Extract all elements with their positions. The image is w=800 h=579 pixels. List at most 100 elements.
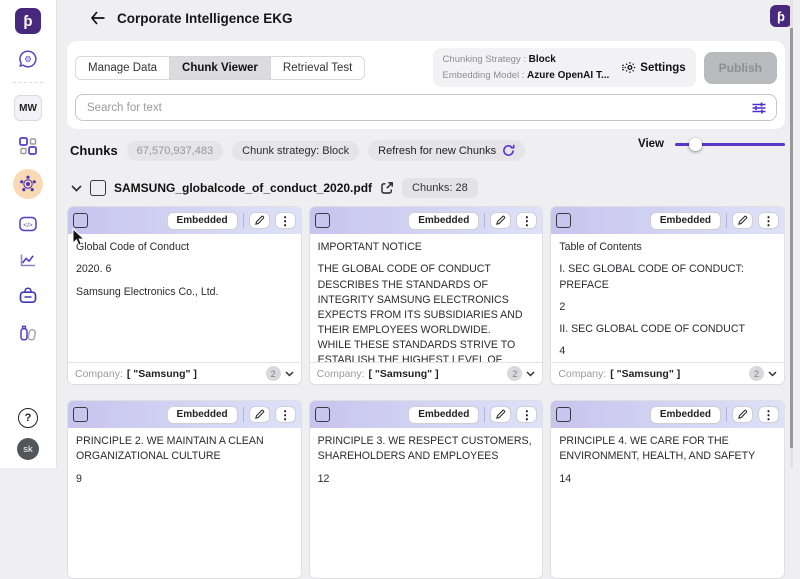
- kebab-icon: ⋮: [763, 215, 775, 227]
- topbar: Corporate Intelligence EKG: [67, 0, 785, 36]
- chunk-checkbox[interactable]: [73, 213, 88, 228]
- search-input[interactable]: [85, 101, 743, 115]
- chunk-checkbox[interactable]: [73, 407, 88, 422]
- status-badge: Embedded: [167, 406, 238, 424]
- tab-chunk-viewer[interactable]: Chunk Viewer: [170, 57, 271, 79]
- view-label: View: [638, 138, 664, 150]
- chunk-checkbox[interactable]: [556, 213, 571, 228]
- chunk-menu-button[interactable]: ⋮: [275, 406, 296, 423]
- chunk-text: IMPORTANT NOTICETHE GLOBAL CODE OF CONDU…: [310, 234, 543, 362]
- tab-retrieval-test[interactable]: Retrieval Test: [271, 57, 364, 79]
- corner-brand-logo: ƥ: [770, 5, 792, 27]
- chunk-text: Table of ContentsI. SEC GLOBAL CODE OF C…: [551, 234, 784, 362]
- chunk-menu-button[interactable]: ⋮: [758, 212, 779, 229]
- chunk-metadata[interactable]: Company: [ "Samsung" ] 2: [310, 362, 543, 384]
- edit-chunk-button[interactable]: [732, 212, 753, 229]
- divider: [726, 213, 727, 228]
- chunking-strategy-value: Block: [529, 54, 556, 65]
- chunk-menu-button[interactable]: ⋮: [758, 406, 779, 423]
- metadata-count-badge: 2: [749, 366, 764, 381]
- analytics-chart-icon[interactable]: [17, 249, 39, 271]
- edit-chunk-button[interactable]: [490, 212, 511, 229]
- app-window: ƥ ⚙ MW </> ? sk: [0, 0, 800, 468]
- config-cluster: Chunking Strategy : Block Embedding Mode…: [433, 48, 777, 87]
- divider: [484, 213, 485, 228]
- chunk-metadata[interactable]: Company: [ "Samsung" ] 2: [68, 362, 301, 384]
- chunk-menu-button[interactable]: ⋮: [516, 406, 537, 423]
- settings-label: Settings: [640, 62, 685, 74]
- metadata-value: [ "Samsung" ]: [369, 368, 439, 380]
- chunk-checkbox[interactable]: [315, 213, 330, 228]
- status-badge: Embedded: [167, 212, 238, 230]
- file-group-row[interactable]: SAMSUNG_globalcode_of_conduct_2020.pdf C…: [67, 178, 785, 198]
- metadata-value: [ "Samsung" ]: [127, 368, 197, 380]
- edit-chunk-button[interactable]: [249, 406, 270, 423]
- file-checkbox[interactable]: [90, 180, 106, 196]
- tab-group: Manage Data Chunk Viewer Retrieval Test: [75, 56, 365, 80]
- tab-manage-data[interactable]: Manage Data: [76, 57, 170, 79]
- workspace-chip[interactable]: MW: [14, 95, 42, 121]
- status-badge: Embedded: [650, 212, 721, 230]
- back-arrow-icon[interactable]: [90, 11, 105, 25]
- code-tools-icon[interactable]: </>: [17, 213, 39, 235]
- chunk-card-header: Embedded ⋮: [551, 207, 784, 234]
- chunk-card: Embedded ⋮ PRINCIPLE 4. WE CARE FOR THE …: [550, 400, 785, 579]
- assistant-chat-icon[interactable]: ⚙: [17, 48, 39, 70]
- briefcase-icon[interactable]: [17, 285, 39, 307]
- open-external-icon[interactable]: [380, 181, 394, 195]
- edit-chunk-button[interactable]: [249, 212, 270, 229]
- chunk-menu-button[interactable]: ⋮: [275, 212, 296, 229]
- chunk-card: Embedded ⋮ Global Code of Conduct2020. 6…: [67, 206, 302, 385]
- config-summary: Chunking Strategy : Block Embedding Mode…: [433, 48, 696, 87]
- data-bottles-icon[interactable]: [17, 321, 39, 343]
- blocks-icon[interactable]: [17, 135, 39, 157]
- edit-chunk-button[interactable]: [732, 406, 753, 423]
- scrollbar-thumb[interactable]: [790, 28, 793, 448]
- edit-chunk-button[interactable]: [490, 406, 511, 423]
- divider: [484, 407, 485, 422]
- sidebar: ƥ ⚙ MW </> ? sk: [0, 0, 57, 468]
- chunk-metadata[interactable]: Company: [ "Samsung" ] 2: [551, 362, 784, 384]
- chunk-menu-button[interactable]: ⋮: [516, 212, 537, 229]
- settings-button[interactable]: Settings: [621, 60, 685, 75]
- chunk-strategy-badge: Chunk strategy: Block: [232, 141, 359, 161]
- chunk-card-header: Embedded ⋮: [68, 207, 301, 234]
- embedding-model-value: Azure OpenAI T...: [527, 70, 609, 81]
- divider: [243, 213, 244, 228]
- chevron-down-icon[interactable]: [71, 185, 82, 192]
- kebab-icon: ⋮: [279, 215, 291, 227]
- metadata-value: [ "Samsung" ]: [610, 368, 680, 380]
- chevron-down-icon[interactable]: [285, 371, 294, 377]
- view-slider-thumb[interactable]: [689, 138, 702, 151]
- refresh-chunks-button[interactable]: Refresh for new Chunks: [368, 140, 525, 161]
- chunks-title: Chunks: [70, 143, 118, 158]
- chevron-down-icon[interactable]: [526, 371, 535, 377]
- kebab-icon: ⋮: [521, 409, 533, 421]
- chunk-card-header: Embedded ⋮: [68, 401, 301, 428]
- chunk-card-header: Embedded ⋮: [551, 401, 784, 428]
- chevron-down-icon[interactable]: [768, 371, 777, 377]
- chunk-card: Embedded ⋮ IMPORTANT NOTICETHE GLOBAL CO…: [309, 206, 544, 385]
- brand-logo: ƥ: [15, 8, 41, 34]
- refresh-icon: [502, 144, 515, 157]
- config-values: Chunking Strategy : Block Embedding Mode…: [443, 52, 610, 83]
- sidebar-divider: [13, 82, 43, 83]
- chunking-strategy-label: Chunking Strategy :: [443, 54, 526, 65]
- chunk-card: Embedded ⋮ Table of ContentsI. SEC GLOBA…: [550, 206, 785, 385]
- metadata-count-badge: 2: [507, 366, 522, 381]
- status-badge: Embedded: [408, 406, 479, 424]
- kebab-icon: ⋮: [521, 215, 533, 227]
- chunk-checkbox[interactable]: [315, 407, 330, 422]
- chunk-text: PRINCIPLE 2. WE MAINTAIN A CLEAN ORGANIZ…: [68, 428, 301, 578]
- view-slider[interactable]: [675, 143, 785, 146]
- knowledge-graph-icon-active[interactable]: [13, 169, 43, 199]
- help-icon[interactable]: ?: [18, 408, 38, 428]
- filter-sliders-icon[interactable]: [751, 100, 767, 116]
- publish-button[interactable]: Publish: [704, 52, 777, 84]
- chunk-checkbox[interactable]: [556, 407, 571, 422]
- divider: [243, 407, 244, 422]
- page-title: Corporate Intelligence EKG: [117, 11, 293, 26]
- gear-icon: [621, 60, 636, 75]
- chunk-text: PRINCIPLE 4. WE CARE FOR THE ENVIRONMENT…: [551, 428, 784, 578]
- user-avatar[interactable]: sk: [17, 438, 39, 460]
